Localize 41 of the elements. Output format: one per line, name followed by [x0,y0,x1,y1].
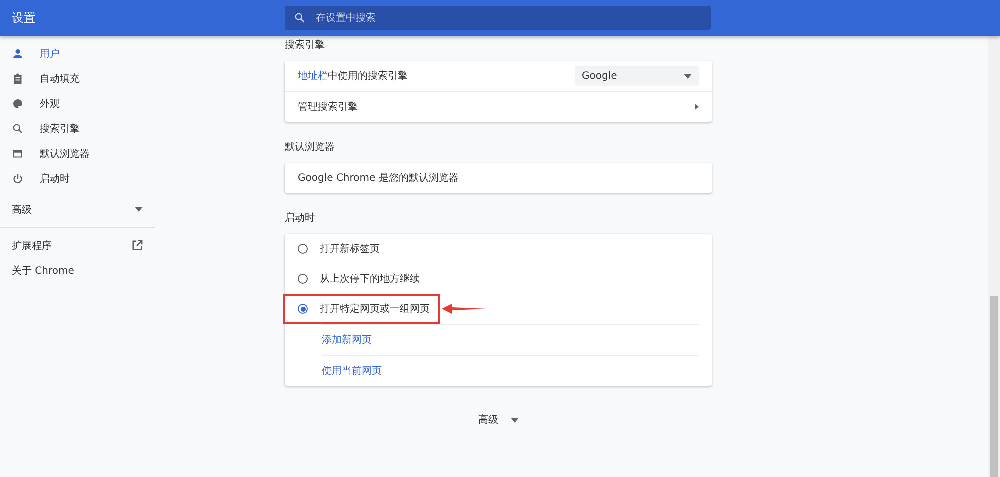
radio-button[interactable] [298,244,308,254]
status-text: Google Chrome 是您的默认浏览器 [298,172,459,185]
clipboard-icon [12,72,24,84]
search-field[interactable]: 在设置中搜索 [285,6,711,30]
page-title: 设置 [11,10,37,26]
arrow-right-icon [695,104,699,110]
search-icon [12,122,24,134]
about-link[interactable]: 关于 Chrome [0,258,155,283]
person-icon [12,48,24,60]
caret-icon [510,418,518,422]
sidebar-item[interactable]: 外观 [0,91,155,116]
browser-window-icon [12,148,24,160]
manage-row[interactable]: 管理搜索引擎 [285,91,712,122]
option-label: 从上次停下的地方继续 [320,272,420,286]
palette-icon [12,98,24,110]
power-icon [12,172,24,184]
sidebar-item[interactable]: 默认浏览器 [0,141,155,166]
scrollbar-thumb[interactable] [990,296,998,477]
caret-icon [684,74,692,78]
action-link[interactable]: 添加新网页 [322,333,372,347]
external-link-icon [132,240,143,251]
extensions-link[interactable]: 扩展程序 [0,233,155,258]
search-icon [294,12,306,24]
section-title: 默认浏览器 [285,140,335,154]
sidebar-item[interactable]: 搜索引擎 [0,116,155,141]
radio-button[interactable] [298,274,308,284]
address-bar-link[interactable]: 地址栏 [298,71,328,82]
section-title: 搜索引擎 [285,38,325,52]
advanced-button[interactable]: 高级 [474,411,522,429]
option-label: 打开新标签页 [320,242,380,256]
advanced-menu[interactable]: 高级 [0,197,155,222]
option-label: 打开特定网页或一组网页 [320,302,430,316]
sidebar-item[interactable]: 自动填充 [0,66,155,91]
action-link[interactable]: 使用当前网页 [322,364,382,378]
caret-icon [135,207,143,212]
engine-dropdown[interactable]: Google [575,66,699,86]
sidebar-item[interactable]: 启动时 [0,166,155,191]
setting-label: 地址栏中使用的搜索引擎 [298,70,408,83]
sidebar-item[interactable]: 用户 [0,41,155,66]
section-title: 启动时 [285,212,315,225]
radio-button[interactable] [298,304,308,314]
